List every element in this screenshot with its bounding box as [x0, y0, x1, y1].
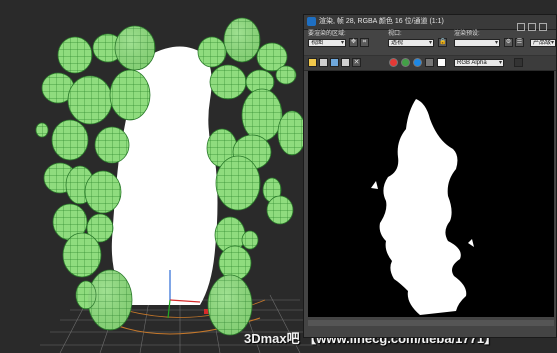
green-channel-toggle[interactable] [401, 58, 410, 67]
clone-frame-icon[interactable] [330, 58, 339, 67]
clear-image-icon[interactable]: ✕ [352, 58, 361, 67]
rendered-frame-window[interactable]: 渲染, 帧 28, RGBA 颜色 16 位/通道 (1:1) 要渲染的区域: … [303, 14, 557, 338]
auto-region-icon[interactable]: ⌗ [360, 38, 369, 47]
edit-region-icon[interactable]: ✥ [349, 38, 358, 47]
render-preset-dropdown[interactable] [454, 39, 500, 47]
blue-channel-toggle[interactable] [413, 58, 422, 67]
copy-image-icon[interactable] [319, 58, 328, 67]
save-image-icon[interactable] [308, 58, 317, 67]
screenshot-frame: 3Dmax吧 【www.linecg.com/tieba/1771】 渲染, 帧… [0, 0, 557, 353]
window-title-bar[interactable]: 渲染, 帧 28, RGBA 颜色 16 位/通道 (1:1) [304, 15, 556, 31]
render-settings-row: 要渲染的区域: 视图 ✥ ⌗ 视口: 透视 🔒 渲染预设: ⚙ ☰ 产品级 [304, 30, 556, 47]
render-preset-label: 渲染预设: [454, 31, 480, 37]
alpha-render [371, 99, 474, 315]
viewport-dropdown[interactable]: 透视 [388, 39, 434, 47]
white-fleck-right [468, 239, 474, 247]
lock-icon[interactable]: 🔒 [438, 38, 447, 47]
white-silhouette [379, 99, 467, 315]
alpha-channel-toggle[interactable] [425, 58, 434, 67]
horizontal-scrollbar[interactable] [308, 320, 554, 326]
image-toolbar: ✕ RGB Alpha [304, 55, 556, 71]
product-level-dropdown[interactable]: 产品级 [530, 39, 556, 47]
environment-icon[interactable]: ☰ [515, 38, 524, 47]
monochrome-toggle[interactable] [437, 58, 446, 67]
area-to-render-label: 要渲染的区域: [308, 31, 346, 37]
window-title: 渲染, 帧 28, RGBA 颜色 16 位/通道 (1:1) [319, 18, 444, 25]
channel-display-dropdown[interactable]: RGB Alpha [454, 59, 504, 67]
app-icon [307, 17, 316, 26]
swatch-black[interactable] [514, 58, 523, 67]
white-fleck-left [371, 181, 378, 189]
viewport-label: 视口: [388, 31, 402, 37]
red-channel-toggle[interactable] [389, 58, 398, 67]
rendered-image [308, 71, 554, 317]
print-image-icon[interactable] [341, 58, 350, 67]
window-controls [514, 18, 554, 31]
render-setup-icon[interactable]: ⚙ [504, 38, 513, 47]
area-to-render-dropdown[interactable]: 视图 [308, 39, 346, 47]
